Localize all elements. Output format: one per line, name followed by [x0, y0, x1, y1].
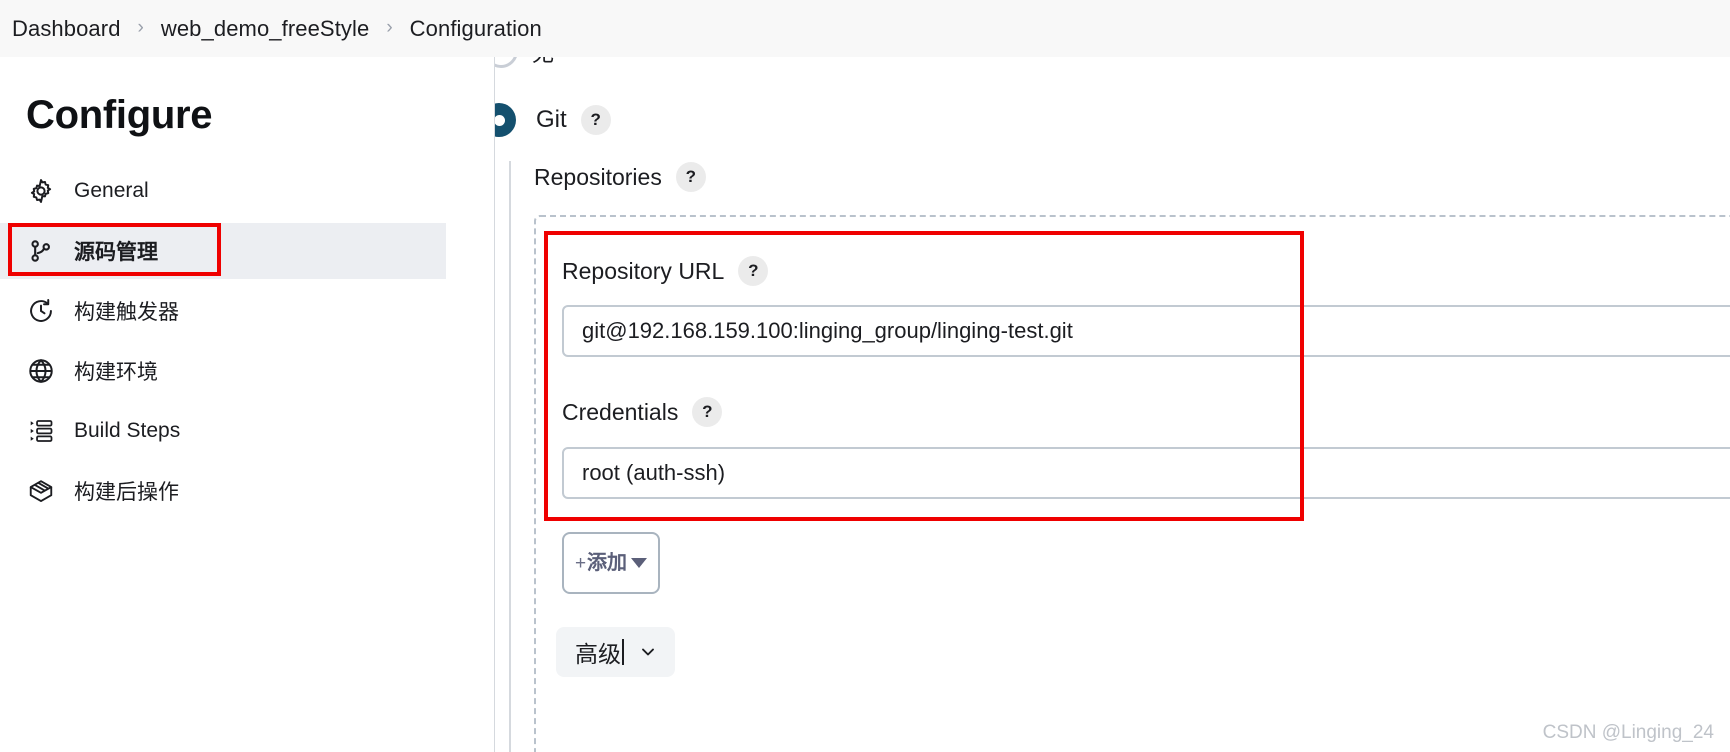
sidebar-nav: General 源码管理 构建触发器 构建环境 Build Steps 构建后操…	[0, 163, 494, 519]
sidebar-item-build-steps[interactable]: Build Steps	[0, 403, 494, 459]
breadcrumb-item-configuration[interactable]: Configuration	[410, 16, 542, 42]
add-credentials-button[interactable]: + 添加	[562, 532, 660, 594]
breadcrumb-separator-2: ›	[386, 17, 393, 38]
help-icon-credentials[interactable]: ?	[692, 397, 723, 427]
sidebar-item-label: 构建触发器	[74, 301, 179, 324]
sidebar-item-label: Build Steps	[74, 419, 181, 442]
repository-url-input[interactable]: git@192.168.159.100:linging_group/lingin…	[562, 305, 1730, 357]
gear-icon	[26, 176, 56, 206]
app-root: Dashboard › web_demo_freeStyle › Configu…	[0, 0, 1730, 752]
scm-option-git-label: Git	[536, 106, 567, 133]
sidebar-item-label: 构建后操作	[74, 481, 179, 504]
clock-icon	[26, 296, 56, 326]
page-title: Configure	[26, 93, 213, 137]
sidebar-item-scm[interactable]: 源码管理	[0, 223, 446, 279]
text-cursor	[622, 639, 624, 665]
source-control-icon	[26, 236, 56, 266]
breadcrumb-item-dashboard[interactable]: Dashboard	[12, 16, 121, 42]
credentials-select[interactable]: root (auth-ssh)	[562, 447, 1730, 499]
sidebar-item-label: 源码管理	[74, 241, 158, 264]
repository-url-label: Repository URL	[562, 257, 725, 284]
repositories-label-row: Repositories ?	[534, 162, 706, 192]
scm-option-none-label: 无	[532, 57, 554, 68]
list-steps-icon	[26, 416, 56, 446]
scm-option-none[interactable]: 无	[494, 57, 554, 68]
plus-icon: +	[574, 552, 587, 574]
help-icon-repositories[interactable]: ?	[675, 162, 706, 192]
breadcrumb: Dashboard › web_demo_freeStyle › Configu…	[0, 0, 1730, 57]
repositories-label: Repositories	[534, 163, 662, 190]
help-icon-repository-url[interactable]: ?	[738, 256, 769, 286]
sidebar-item-post-build-actions[interactable]: 构建后操作	[0, 463, 494, 519]
add-button-label: 添加	[587, 550, 628, 575]
configure-sidebar: Configure General 源码管理 构建触发器 构建环境 Build …	[0, 57, 494, 752]
help-icon-git[interactable]: ?	[580, 105, 611, 135]
advanced-button-label: 高级	[575, 642, 621, 668]
sidebar-item-build-environment[interactable]: 构建环境	[0, 343, 494, 399]
sidebar-item-build-triggers[interactable]: 构建触发器	[0, 283, 494, 339]
caret-down-icon	[631, 558, 648, 568]
sidebar-item-label: General	[74, 179, 149, 202]
repository-url-label-row: Repository URL ?	[562, 256, 769, 286]
radio-selected-icon	[494, 103, 516, 137]
configuration-main-panel: 无 Git ? Repositories ? Repository URL ? …	[494, 57, 1730, 752]
credentials-label: Credentials	[562, 398, 679, 425]
advanced-button[interactable]: 高级	[556, 627, 675, 677]
globe-icon	[26, 356, 56, 386]
credentials-value: root (auth-ssh)	[582, 460, 726, 485]
package-icon	[26, 476, 56, 506]
watermark: CSDN @Linging_24	[1542, 722, 1714, 743]
scm-option-git[interactable]: Git ?	[494, 103, 611, 137]
git-section-rule	[509, 161, 511, 752]
sidebar-item-general[interactable]: General	[0, 163, 494, 219]
repository-url-value: git@192.168.159.100:linging_group/lingin…	[582, 318, 1073, 343]
credentials-label-row: Credentials ?	[562, 397, 723, 427]
chevron-down-icon	[642, 648, 654, 656]
radio-unselected-icon	[494, 57, 518, 68]
sidebar-item-label: 构建环境	[74, 361, 158, 384]
breadcrumb-item-job[interactable]: web_demo_freeStyle	[161, 16, 369, 42]
sidebar-main-divider	[494, 57, 495, 752]
breadcrumb-separator-1: ›	[137, 17, 144, 38]
